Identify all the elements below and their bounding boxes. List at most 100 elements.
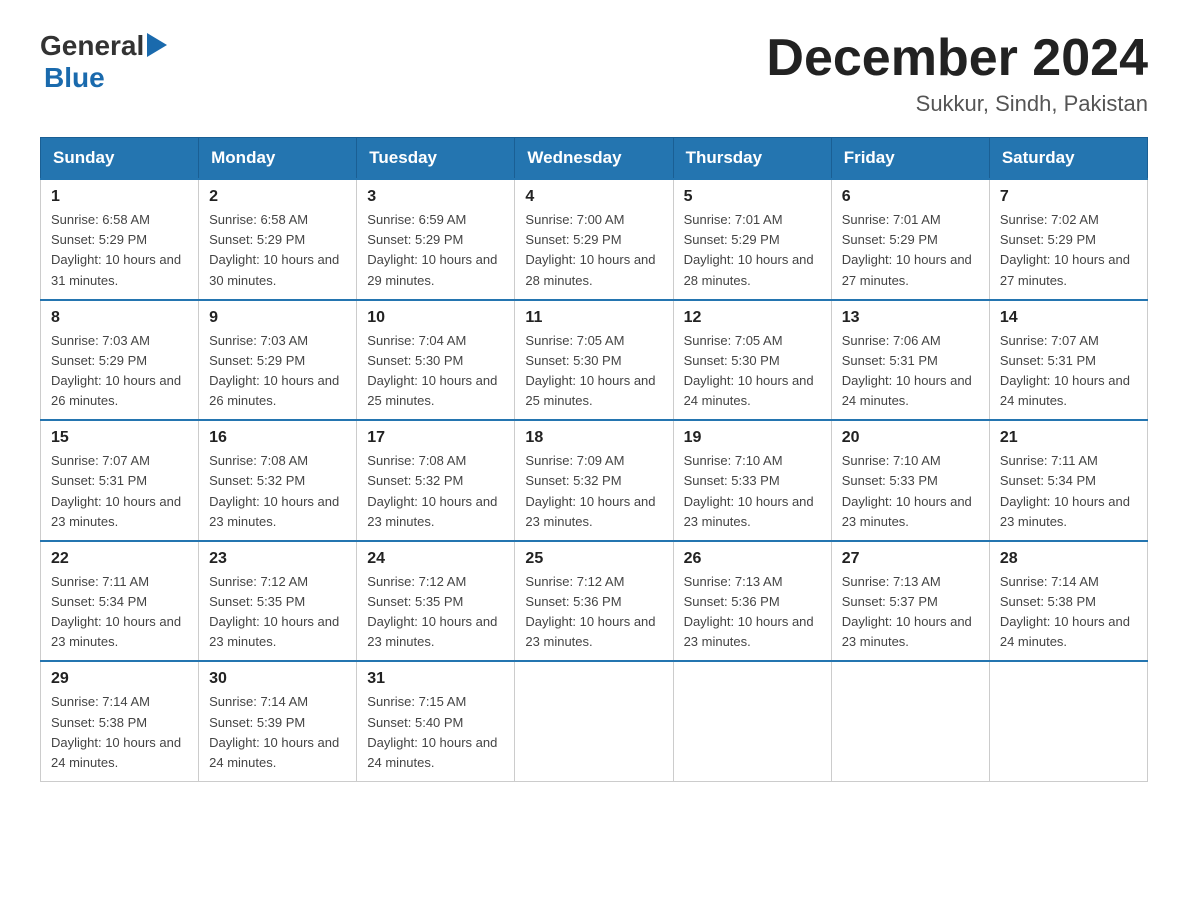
sunset-label: Sunset: 5:32 PM bbox=[525, 473, 621, 488]
col-wednesday: Wednesday bbox=[515, 138, 673, 180]
calendar-cell: 19 Sunrise: 7:10 AM Sunset: 5:33 PM Dayl… bbox=[673, 420, 831, 541]
sunrise-label: Sunrise: 7:10 AM bbox=[842, 453, 941, 468]
day-number: 22 bbox=[51, 550, 188, 568]
day-info: Sunrise: 7:01 AM Sunset: 5:29 PM Dayligh… bbox=[842, 210, 979, 291]
daylight-label: Daylight: 10 hours and 29 minutes. bbox=[367, 252, 497, 287]
day-number: 29 bbox=[51, 670, 188, 688]
calendar-title-block: December 2024 Sukkur, Sindh, Pakistan bbox=[766, 30, 1148, 117]
day-info: Sunrise: 7:13 AM Sunset: 5:37 PM Dayligh… bbox=[842, 572, 979, 653]
daylight-label: Daylight: 10 hours and 23 minutes. bbox=[525, 614, 655, 649]
week-row-4: 22 Sunrise: 7:11 AM Sunset: 5:34 PM Dayl… bbox=[41, 541, 1148, 662]
sunset-label: Sunset: 5:30 PM bbox=[525, 353, 621, 368]
day-number: 15 bbox=[51, 429, 188, 447]
sunrise-label: Sunrise: 7:07 AM bbox=[51, 453, 150, 468]
sunrise-label: Sunrise: 7:12 AM bbox=[367, 574, 466, 589]
sunrise-label: Sunrise: 7:09 AM bbox=[525, 453, 624, 468]
sunrise-label: Sunrise: 7:04 AM bbox=[367, 333, 466, 348]
daylight-label: Daylight: 10 hours and 23 minutes. bbox=[51, 614, 181, 649]
sunrise-label: Sunrise: 7:00 AM bbox=[525, 212, 624, 227]
calendar-cell: 18 Sunrise: 7:09 AM Sunset: 5:32 PM Dayl… bbox=[515, 420, 673, 541]
sunrise-label: Sunrise: 7:15 AM bbox=[367, 694, 466, 709]
day-info: Sunrise: 7:01 AM Sunset: 5:29 PM Dayligh… bbox=[684, 210, 821, 291]
week-row-1: 1 Sunrise: 6:58 AM Sunset: 5:29 PM Dayli… bbox=[41, 179, 1148, 300]
day-info: Sunrise: 6:59 AM Sunset: 5:29 PM Dayligh… bbox=[367, 210, 504, 291]
daylight-label: Daylight: 10 hours and 24 minutes. bbox=[842, 373, 972, 408]
day-number: 27 bbox=[842, 550, 979, 568]
sunrise-label: Sunrise: 7:11 AM bbox=[51, 574, 149, 589]
sunset-label: Sunset: 5:29 PM bbox=[1000, 232, 1096, 247]
daylight-label: Daylight: 10 hours and 28 minutes. bbox=[684, 252, 814, 287]
sunrise-label: Sunrise: 7:07 AM bbox=[1000, 333, 1099, 348]
sunrise-label: Sunrise: 7:14 AM bbox=[209, 694, 308, 709]
daylight-label: Daylight: 10 hours and 25 minutes. bbox=[367, 373, 497, 408]
calendar-table: Sunday Monday Tuesday Wednesday Thursday… bbox=[40, 137, 1148, 782]
sunrise-label: Sunrise: 7:14 AM bbox=[1000, 574, 1099, 589]
calendar-cell: 6 Sunrise: 7:01 AM Sunset: 5:29 PM Dayli… bbox=[831, 179, 989, 300]
calendar-cell bbox=[515, 661, 673, 781]
sunrise-label: Sunrise: 7:01 AM bbox=[842, 212, 941, 227]
daylight-label: Daylight: 10 hours and 23 minutes. bbox=[525, 494, 655, 529]
daylight-label: Daylight: 10 hours and 30 minutes. bbox=[209, 252, 339, 287]
day-info: Sunrise: 7:13 AM Sunset: 5:36 PM Dayligh… bbox=[684, 572, 821, 653]
daylight-label: Daylight: 10 hours and 31 minutes. bbox=[51, 252, 181, 287]
calendar-cell: 21 Sunrise: 7:11 AM Sunset: 5:34 PM Dayl… bbox=[989, 420, 1147, 541]
day-info: Sunrise: 7:14 AM Sunset: 5:38 PM Dayligh… bbox=[51, 692, 188, 773]
sunset-label: Sunset: 5:34 PM bbox=[51, 594, 147, 609]
day-info: Sunrise: 7:07 AM Sunset: 5:31 PM Dayligh… bbox=[51, 451, 188, 532]
sunrise-label: Sunrise: 7:11 AM bbox=[1000, 453, 1098, 468]
sunset-label: Sunset: 5:29 PM bbox=[209, 232, 305, 247]
day-info: Sunrise: 7:14 AM Sunset: 5:38 PM Dayligh… bbox=[1000, 572, 1137, 653]
calendar-cell bbox=[673, 661, 831, 781]
daylight-label: Daylight: 10 hours and 23 minutes. bbox=[842, 494, 972, 529]
col-saturday: Saturday bbox=[989, 138, 1147, 180]
daylight-label: Daylight: 10 hours and 27 minutes. bbox=[1000, 252, 1130, 287]
col-thursday: Thursday bbox=[673, 138, 831, 180]
day-info: Sunrise: 7:12 AM Sunset: 5:35 PM Dayligh… bbox=[209, 572, 346, 653]
day-info: Sunrise: 7:07 AM Sunset: 5:31 PM Dayligh… bbox=[1000, 331, 1137, 412]
sunrise-label: Sunrise: 7:13 AM bbox=[842, 574, 941, 589]
sunset-label: Sunset: 5:33 PM bbox=[842, 473, 938, 488]
sunset-label: Sunset: 5:32 PM bbox=[367, 473, 463, 488]
calendar-cell: 20 Sunrise: 7:10 AM Sunset: 5:33 PM Dayl… bbox=[831, 420, 989, 541]
day-info: Sunrise: 7:12 AM Sunset: 5:36 PM Dayligh… bbox=[525, 572, 662, 653]
day-number: 7 bbox=[1000, 188, 1137, 206]
sunset-label: Sunset: 5:38 PM bbox=[1000, 594, 1096, 609]
day-number: 8 bbox=[51, 309, 188, 327]
sunset-label: Sunset: 5:29 PM bbox=[51, 353, 147, 368]
daylight-label: Daylight: 10 hours and 23 minutes. bbox=[367, 494, 497, 529]
daylight-label: Daylight: 10 hours and 23 minutes. bbox=[51, 494, 181, 529]
calendar-cell bbox=[989, 661, 1147, 781]
calendar-cell: 7 Sunrise: 7:02 AM Sunset: 5:29 PM Dayli… bbox=[989, 179, 1147, 300]
daylight-label: Daylight: 10 hours and 23 minutes. bbox=[684, 494, 814, 529]
day-info: Sunrise: 7:09 AM Sunset: 5:32 PM Dayligh… bbox=[525, 451, 662, 532]
calendar-location: Sukkur, Sindh, Pakistan bbox=[766, 91, 1148, 117]
sunrise-label: Sunrise: 7:14 AM bbox=[51, 694, 150, 709]
day-info: Sunrise: 7:00 AM Sunset: 5:29 PM Dayligh… bbox=[525, 210, 662, 291]
calendar-cell: 4 Sunrise: 7:00 AM Sunset: 5:29 PM Dayli… bbox=[515, 179, 673, 300]
day-number: 11 bbox=[525, 309, 662, 327]
logo-arrow-icon bbox=[147, 33, 167, 62]
day-number: 19 bbox=[684, 429, 821, 447]
sunset-label: Sunset: 5:29 PM bbox=[842, 232, 938, 247]
week-row-2: 8 Sunrise: 7:03 AM Sunset: 5:29 PM Dayli… bbox=[41, 300, 1148, 421]
sunset-label: Sunset: 5:35 PM bbox=[367, 594, 463, 609]
page-header: General Blue December 2024 Sukkur, Sindh… bbox=[40, 30, 1148, 117]
day-number: 25 bbox=[525, 550, 662, 568]
sunrise-label: Sunrise: 7:03 AM bbox=[51, 333, 150, 348]
sunset-label: Sunset: 5:36 PM bbox=[525, 594, 621, 609]
sunset-label: Sunset: 5:33 PM bbox=[684, 473, 780, 488]
daylight-label: Daylight: 10 hours and 28 minutes. bbox=[525, 252, 655, 287]
calendar-cell: 26 Sunrise: 7:13 AM Sunset: 5:36 PM Dayl… bbox=[673, 541, 831, 662]
sunset-label: Sunset: 5:36 PM bbox=[684, 594, 780, 609]
sunset-label: Sunset: 5:31 PM bbox=[51, 473, 147, 488]
day-info: Sunrise: 7:10 AM Sunset: 5:33 PM Dayligh… bbox=[684, 451, 821, 532]
calendar-cell: 12 Sunrise: 7:05 AM Sunset: 5:30 PM Dayl… bbox=[673, 300, 831, 421]
daylight-label: Daylight: 10 hours and 24 minutes. bbox=[209, 735, 339, 770]
day-info: Sunrise: 7:11 AM Sunset: 5:34 PM Dayligh… bbox=[51, 572, 188, 653]
day-number: 21 bbox=[1000, 429, 1137, 447]
daylight-label: Daylight: 10 hours and 23 minutes. bbox=[1000, 494, 1130, 529]
day-info: Sunrise: 7:02 AM Sunset: 5:29 PM Dayligh… bbox=[1000, 210, 1137, 291]
sunrise-label: Sunrise: 7:12 AM bbox=[209, 574, 308, 589]
daylight-label: Daylight: 10 hours and 24 minutes. bbox=[1000, 614, 1130, 649]
calendar-cell: 14 Sunrise: 7:07 AM Sunset: 5:31 PM Dayl… bbox=[989, 300, 1147, 421]
